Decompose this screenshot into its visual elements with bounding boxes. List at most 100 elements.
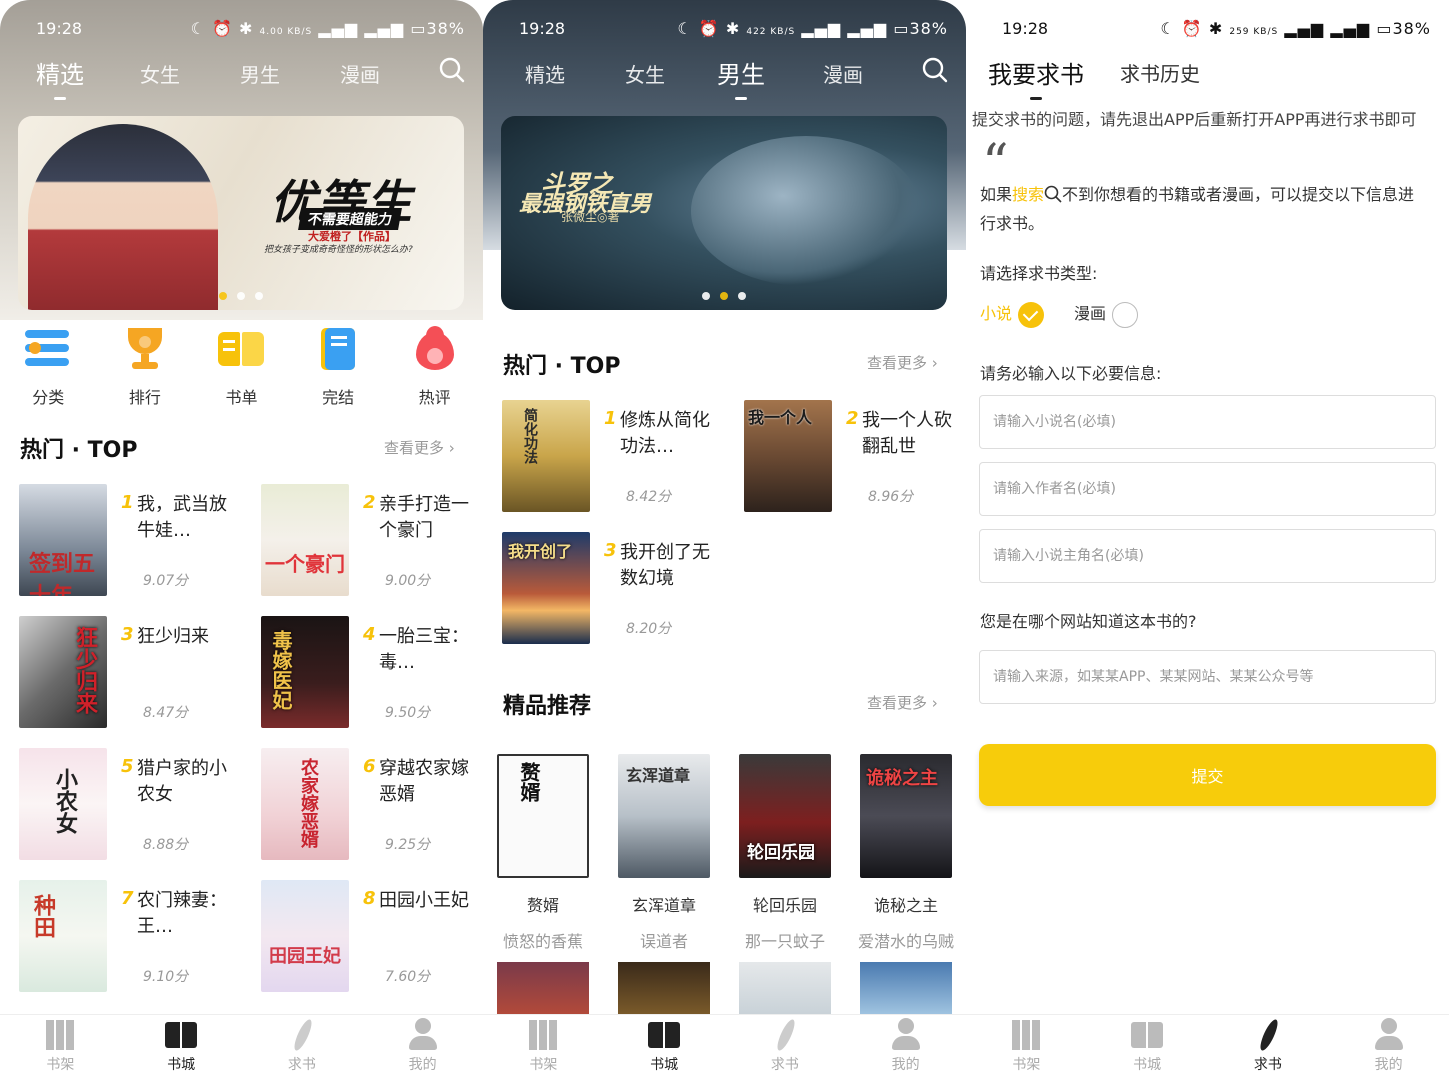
nav-request[interactable]: 求书 [745,1017,825,1074]
submit-button[interactable]: 提交 [979,744,1436,806]
tab-request-book[interactable]: 我要求书 [988,55,1084,100]
book-rank: 1 [604,408,617,429]
tab-comic[interactable]: 漫画 [340,59,380,88]
search-icon[interactable] [439,57,465,83]
nav-bookstore[interactable]: 书城 [141,1018,221,1074]
status-bar: 19:28 ☾ ⏰ ✱ 4.00 KB/S ▂▄▆ ▂▄▆ ▭38% [36,16,465,40]
bookshelf-icon [42,1018,78,1052]
request-tabs: 我要求书 求书历史 [988,55,1449,100]
book-score: 9.10分 [143,969,189,985]
nav-label: 书城 [167,1057,196,1073]
recommend-author: 愤怒的香蕉 [502,932,583,951]
recommend-title: 玄浑道章 [631,896,696,915]
author-input[interactable] [979,462,1436,516]
status-icons: ☾ ⏰ ✱ 4.00 KB/S ▂▄▆ ▂▄▆ ▭38% [190,18,465,38]
tab-male[interactable]: 男生 [240,59,280,88]
shortcut-finished[interactable]: 完结 [298,322,378,408]
banner-carousel[interactable]: 优等生 不需要超能力 大爱橙了【作品】 把女孩子变成奇奇怪怪的形状怎么办? [18,116,464,310]
book-rank: 2 [846,408,859,429]
shortcut-hot-review[interactable]: 热评 [395,322,475,408]
tab-featured[interactable]: 精选 [36,55,84,100]
user-icon [1371,1018,1407,1052]
shortcut-ranking[interactable]: 排行 [105,322,185,408]
book-item[interactable]: 狂少归来 3 狂少归来 8.47分 [19,616,239,731]
book-title: 亲手打造一个豪门 [379,494,469,541]
panel-bookstore-male: 19:28 ☾ ⏰ ✱ 422 KB/S ▂▄▆ ▂▄▆ ▭38% 精选 女生 … [483,0,966,1080]
book-rank: 2 [363,492,376,513]
book-item[interactable]: 简化功法 1 修炼从简化功法… 8.42分 [502,400,722,515]
nav-mine[interactable]: 我的 [1349,1018,1429,1074]
partial-cover [497,962,589,1014]
recommend-title: 诡秘之主 [873,896,938,915]
checked-icon [1018,301,1045,328]
search-icon [1044,185,1062,203]
nav-label: 书城 [650,1057,679,1073]
request-intro: 如果搜索 不到你想看的书籍或者漫画，可以提交以下信息进行求书。 [980,185,1415,233]
book-item[interactable]: 田园王妃 8 田园小王妃 7.60分 [261,880,481,995]
book-item[interactable]: 小农女 5 猎户家的小农女 8.88分 [19,748,239,863]
book-cover: 毒嫁医妃 [261,616,349,728]
book-title: 猎户家的小农女 [137,758,227,805]
type-label: 请选择求书类型: [980,264,1098,283]
nav-bookshelf[interactable]: 书架 [503,1018,583,1074]
search-icon[interactable] [922,57,948,83]
nav-label: 求书 [1253,1057,1282,1073]
partial-cover [860,962,952,1014]
nav-label: 我的 [1374,1057,1403,1073]
banner-character-art [28,124,218,310]
tab-featured[interactable]: 精选 [525,59,565,88]
recommend-item[interactable]: 诡秘之主 诡秘之主 爱潜水的乌贼 [846,754,966,952]
category-icon [25,326,71,372]
nav-mine[interactable]: 我的 [866,1018,946,1074]
book-item[interactable]: 我开创了 3 我开创了无数幻境 8.20分 [502,532,722,647]
book-item[interactable]: 签到五十年 1 我，武当放牛娃… 9.07分 [19,484,239,599]
tab-female[interactable]: 女生 [625,59,665,88]
book-item[interactable]: 我一个人 2 我一个人砍翻乱世 8.96分 [744,400,964,515]
nav-label: 我的 [891,1057,920,1073]
recommend-item[interactable]: 轮回乐园 轮回乐园 那一只蚊子 [725,754,845,952]
radio-novel[interactable]: 小说 [980,300,1045,328]
status-time: 19:28 [1002,18,1049,38]
banner-carousel[interactable]: 斗罗之 最强钢铁直男 张微尘◎著 [501,116,947,310]
nav-request[interactable]: 求书 [262,1017,342,1074]
nav-request[interactable]: 求书 [1228,1017,1308,1074]
carousel-dots [501,292,947,300]
tab-request-history[interactable]: 求书历史 [1120,58,1200,87]
book-score: 9.50分 [385,705,431,721]
nav-bookstore[interactable]: 书城 [624,1018,704,1074]
recommend-item[interactable]: 赘婿 赘婿 愤怒的香蕉 [483,754,603,952]
user-icon [888,1018,924,1052]
book-rank: 8 [363,888,376,909]
more-link[interactable]: 查看更多 › [384,437,455,458]
novel-name-input[interactable] [979,395,1436,449]
book-score: 9.07分 [143,573,189,589]
book-title: 我，武当放牛娃… [137,494,227,541]
book-item[interactable]: 种田 7 农门辣妻：王… 9.10分 [19,880,239,995]
tab-male[interactable]: 男生 [717,55,765,100]
partial-cover [739,962,831,1014]
more-link[interactable]: 查看更多 › [867,692,938,713]
nav-bookstore[interactable]: 书城 [1107,1018,1187,1074]
book-rank: 4 [363,624,376,645]
book-item[interactable]: 毒嫁医妃 4 一胎三宝：毒… 9.50分 [261,616,481,731]
nav-bookshelf[interactable]: 书架 [986,1018,1066,1074]
tab-comic[interactable]: 漫画 [823,59,863,88]
radio-comic[interactable]: 漫画 [1074,300,1139,328]
book-item[interactable]: 一个豪门 2 亲手打造一个豪门 9.00分 [261,484,481,599]
shortcut-category[interactable]: 分类 [8,322,88,408]
more-link[interactable]: 查看更多 › [867,352,938,373]
open-book-icon [1129,1018,1165,1052]
tab-female[interactable]: 女生 [140,59,180,88]
nav-label: 书架 [1012,1057,1041,1073]
section-title-hot: 热门 · TOP [503,354,621,379]
category-shortcuts: 分类 排行 书单 完结 热评 [0,322,483,408]
book-score: 8.96分 [868,489,914,505]
shortcut-booklist[interactable]: 书单 [201,322,281,408]
book-item[interactable]: 农家嫁恶婿 6 穿越农家嫁恶婿 9.25分 [261,748,481,863]
recommend-item[interactable]: 玄浑道章 玄浑道章 误道者 [604,754,724,952]
hero-input[interactable] [979,529,1436,583]
nav-bookshelf[interactable]: 书架 [20,1018,100,1074]
source-input[interactable] [979,650,1436,704]
unchecked-icon [1112,301,1139,328]
nav-mine[interactable]: 我的 [383,1018,463,1074]
